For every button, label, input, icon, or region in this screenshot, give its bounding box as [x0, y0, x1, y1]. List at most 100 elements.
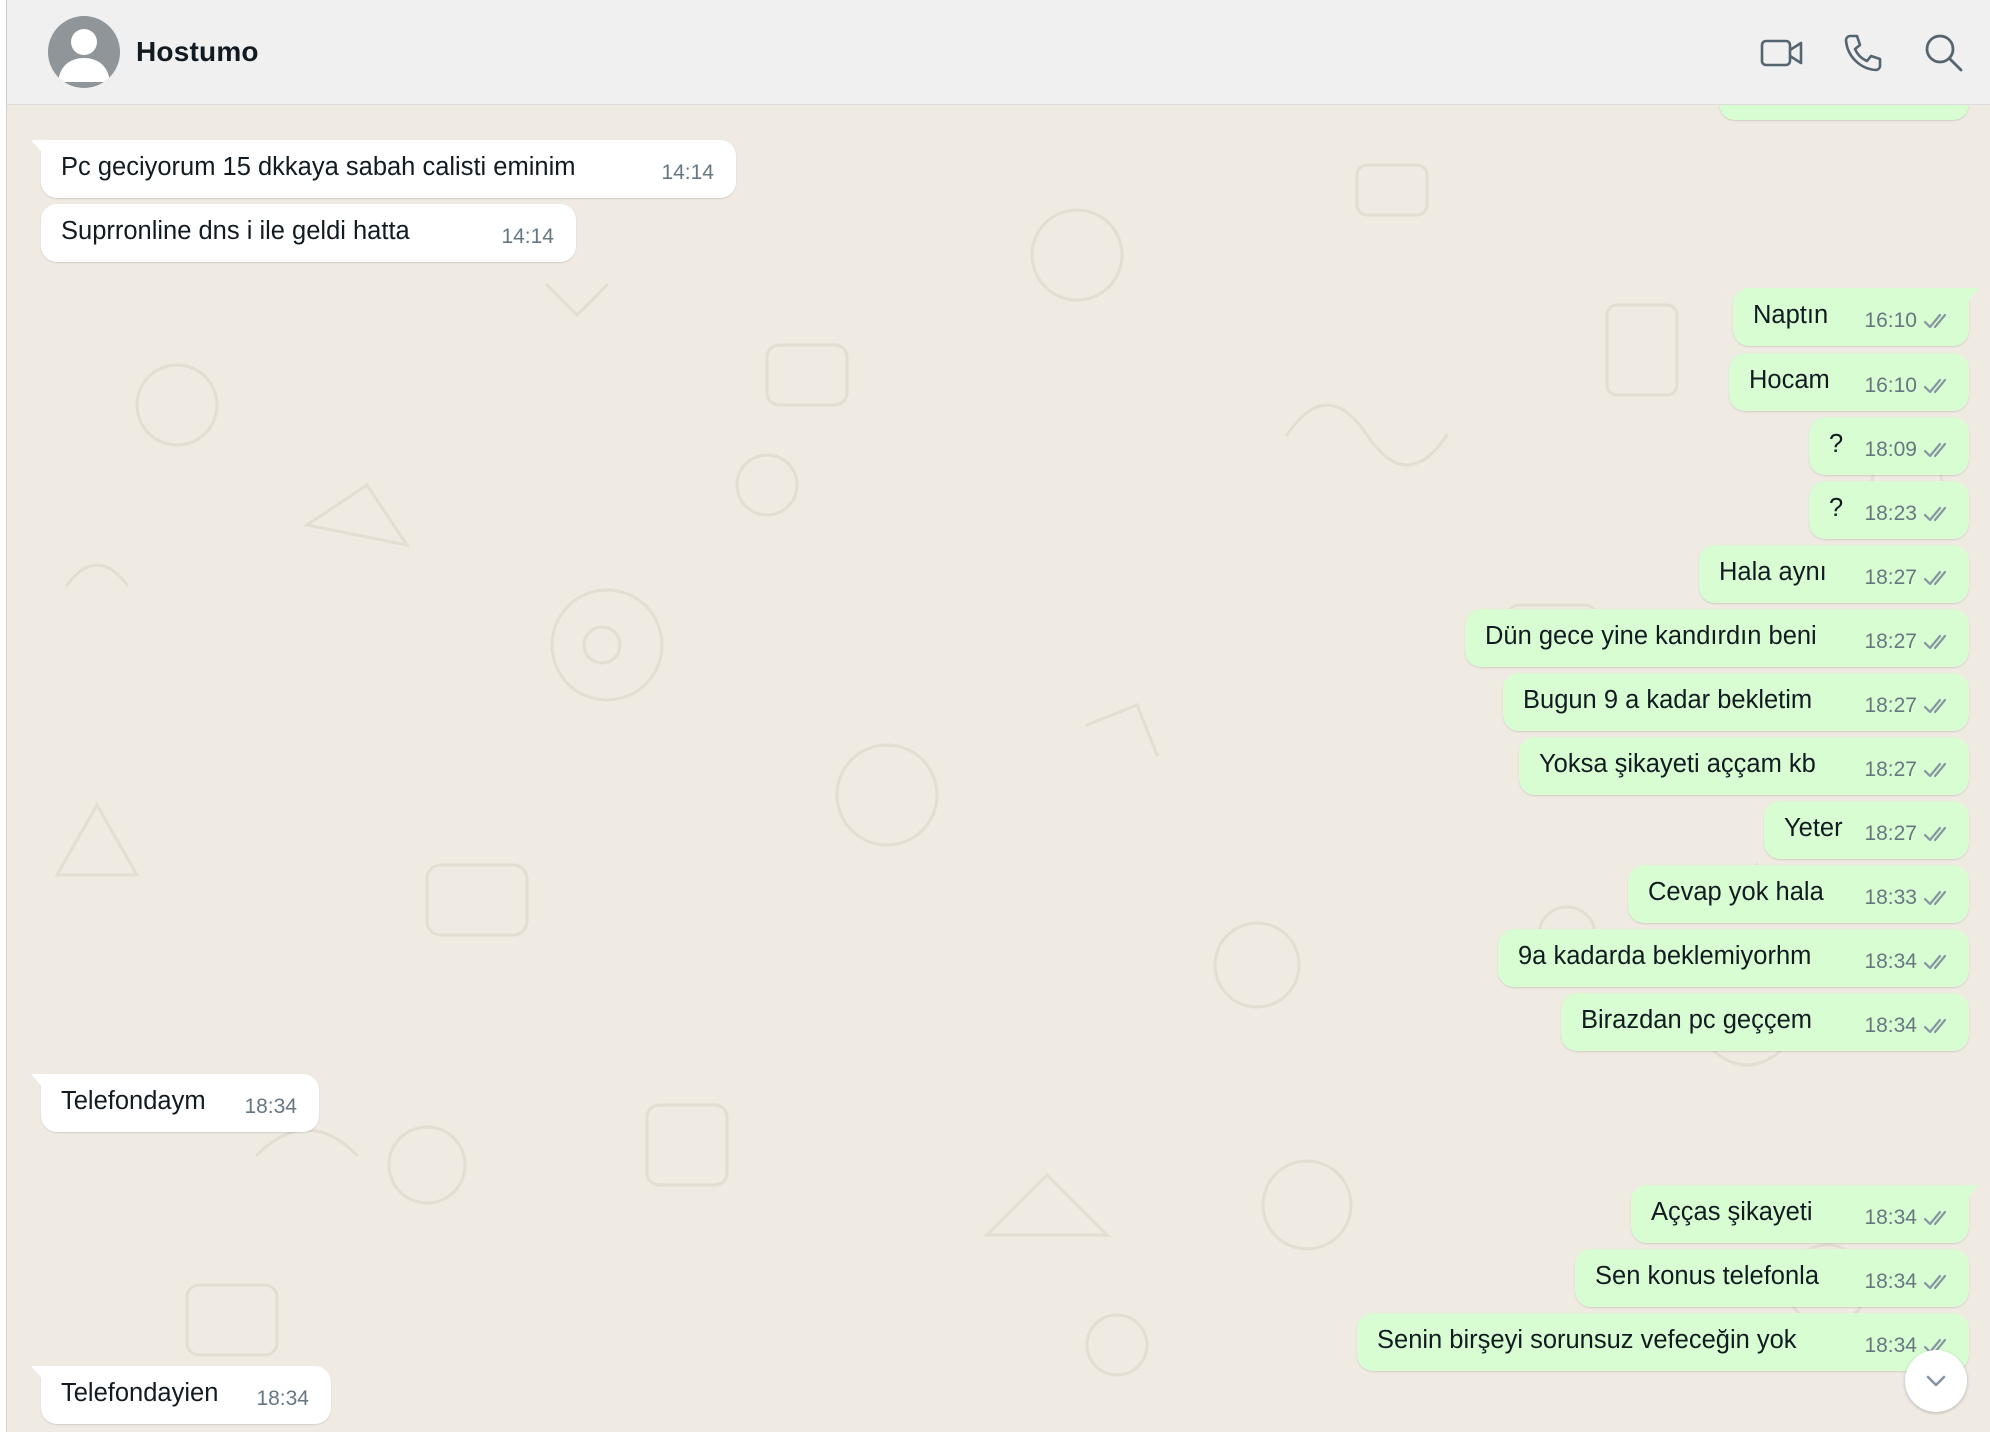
- chat-header: Hostumo: [7, 0, 1990, 105]
- outgoing-message-bubble[interactable]: 9a kadarda beklemiyorhm 18:34: [1498, 929, 1969, 987]
- message-timestamp: 14:14: [501, 225, 554, 248]
- double-check-icon: [1923, 313, 1947, 329]
- message-text: Yeter: [1784, 814, 1843, 842]
- message-text: Açças şikayeti: [1651, 1198, 1813, 1226]
- message-text: 9a kadarda beklemiyorhm: [1518, 942, 1812, 970]
- message-timestamp: 18:33: [1864, 886, 1917, 909]
- chevron-down-icon: [1926, 1375, 1946, 1387]
- message-meta: 18:27: [1864, 630, 1953, 654]
- message-meta: 18:27: [1864, 694, 1953, 718]
- message-meta: 18:34: [1864, 1206, 1953, 1230]
- double-check-icon: [1923, 762, 1947, 778]
- chat-window: Hostumo Pc geciyorum 15 dkkaya sabah cal…: [0, 0, 1990, 1432]
- scroll-to-bottom-button[interactable]: [1905, 1350, 1967, 1412]
- message-meta: 18:34: [256, 1387, 309, 1411]
- message-text: Dün gece yine kandırdın beni: [1485, 622, 1817, 650]
- outgoing-message-bubble[interactable]: Hocam 16:10: [1729, 353, 1969, 411]
- double-check-icon: [1923, 826, 1947, 842]
- sidebar-edge: [0, 0, 7, 1432]
- message-text: Cevap yok hala: [1648, 878, 1824, 906]
- double-check-icon: [1923, 1274, 1947, 1290]
- outgoing-message-bubble[interactable]: Dün gece yine kandırdın beni 18:27: [1465, 609, 1969, 667]
- voice-call-icon[interactable]: [1840, 30, 1886, 76]
- message-text: Pc geciyorum 15 dkkaya sabah calisti emi…: [61, 153, 576, 181]
- outgoing-message-bubble[interactable]: ? 18:09: [1809, 417, 1969, 475]
- message-text: Bugun 9 a kadar bekletim: [1523, 686, 1813, 714]
- message-list[interactable]: Pc geciyorum 15 dkkaya sabah calisti emi…: [7, 105, 1990, 1432]
- message-meta: 18:34: [1864, 1014, 1953, 1038]
- double-check-icon: [1923, 442, 1947, 458]
- double-check-icon: [1923, 506, 1947, 522]
- message-timestamp: 16:10: [1864, 309, 1917, 332]
- message-meta: 18:27: [1864, 758, 1953, 782]
- message-text: Hocam: [1749, 366, 1830, 394]
- message-timestamp: 18:34: [1864, 1014, 1917, 1037]
- message-meta: 18:34: [1864, 1270, 1953, 1294]
- message-timestamp: 18:34: [1864, 1206, 1917, 1229]
- outgoing-message-bubble[interactable]: Sen konus telefonla 18:34: [1575, 1249, 1969, 1307]
- bubble-tail: [31, 1366, 45, 1382]
- message-timestamp: 18:27: [1864, 566, 1917, 589]
- message-timestamp: 18:09: [1864, 438, 1917, 461]
- message-timestamp: 18:27: [1864, 630, 1917, 653]
- message-meta: 14:14: [501, 225, 554, 249]
- message-text: ?: [1829, 494, 1844, 522]
- message-text: Hala aynı: [1719, 558, 1827, 586]
- message-text: Yoksa şikayeti aççam kb: [1539, 750, 1816, 778]
- search-icon[interactable]: [1921, 30, 1967, 76]
- message-timestamp: 18:23: [1864, 502, 1917, 525]
- contact-name[interactable]: Hostumo: [136, 36, 259, 68]
- double-check-icon: [1923, 698, 1947, 714]
- message-meta: 18:23: [1864, 502, 1953, 526]
- outgoing-message-bubble[interactable]: Naptın 16:10: [1733, 288, 1979, 346]
- contact-avatar[interactable]: [48, 16, 120, 88]
- outgoing-message-bubble[interactable]: [1719, 105, 1969, 120]
- message-meta: 18:33: [1864, 886, 1953, 910]
- incoming-message-bubble[interactable]: Telefondaym 18:34: [31, 1074, 319, 1132]
- outgoing-message-bubble[interactable]: ? 18:23: [1809, 481, 1969, 539]
- incoming-message-bubble[interactable]: Telefondayien 18:34: [31, 1366, 331, 1424]
- outgoing-message-bubble[interactable]: Cevap yok hala 18:33: [1628, 865, 1969, 923]
- outgoing-message-bubble[interactable]: Açças şikayeti 18:34: [1631, 1185, 1979, 1243]
- bubble-tail: [1965, 288, 1979, 304]
- message-timestamp: 18:34: [256, 1387, 309, 1410]
- message-timestamp: 18:27: [1864, 758, 1917, 781]
- outgoing-message-bubble[interactable]: Hala aynı 18:27: [1699, 545, 1969, 603]
- message-text: ?: [1829, 430, 1844, 458]
- message-meta: 16:10: [1864, 309, 1953, 333]
- double-check-icon: [1923, 1210, 1947, 1226]
- incoming-message-bubble[interactable]: Pc geciyorum 15 dkkaya sabah calisti emi…: [31, 140, 736, 198]
- message-text: Sen konus telefonla: [1595, 1262, 1819, 1290]
- outgoing-message-bubble[interactable]: Yoksa şikayeti aççam kb 18:27: [1519, 737, 1969, 795]
- message-meta: 18:34: [244, 1095, 297, 1119]
- outgoing-message-bubble[interactable]: Birazdan pc geççem 18:34: [1561, 993, 1969, 1051]
- outgoing-message-bubble[interactable]: Senin birşeyi sorunsuz vefeceğin yok 18:3…: [1357, 1313, 1969, 1371]
- double-check-icon: [1923, 570, 1947, 586]
- message-meta: 16:10: [1864, 374, 1953, 398]
- double-check-icon: [1923, 890, 1947, 906]
- message-text: Senin birşeyi sorunsuz vefeceğin yok: [1377, 1326, 1797, 1354]
- message-timestamp: 18:34: [244, 1095, 297, 1118]
- message-timestamp: 18:34: [1864, 1334, 1917, 1357]
- message-text: Telefondaym: [61, 1087, 206, 1115]
- message-timestamp: 18:27: [1864, 822, 1917, 845]
- message-meta: 18:27: [1864, 566, 1953, 590]
- message-text: Birazdan pc geççem: [1581, 1006, 1813, 1034]
- message-timestamp: 16:10: [1864, 374, 1917, 397]
- message-timestamp: 14:14: [661, 161, 714, 184]
- outgoing-message-bubble[interactable]: Yeter 18:27: [1764, 801, 1969, 859]
- incoming-message-bubble[interactable]: Suprronline dns i ile geldi hatta 14:14: [41, 204, 576, 262]
- double-check-icon: [1923, 634, 1947, 650]
- message-text: Suprronline dns i ile geldi hatta: [61, 217, 410, 245]
- outgoing-message-bubble[interactable]: Bugun 9 a kadar bekletim 18:27: [1503, 673, 1969, 731]
- double-check-icon: [1923, 378, 1947, 394]
- message-text: Naptın: [1753, 301, 1829, 329]
- message-meta: 18:09: [1864, 438, 1953, 462]
- video-call-icon[interactable]: [1759, 30, 1805, 76]
- message-timestamp: 18:27: [1864, 694, 1917, 717]
- bubble-tail: [31, 140, 45, 156]
- message-meta: 14:14: [661, 161, 714, 185]
- double-check-icon: [1923, 954, 1947, 970]
- message-meta: 18:27: [1864, 822, 1953, 846]
- double-check-icon: [1923, 1018, 1947, 1034]
